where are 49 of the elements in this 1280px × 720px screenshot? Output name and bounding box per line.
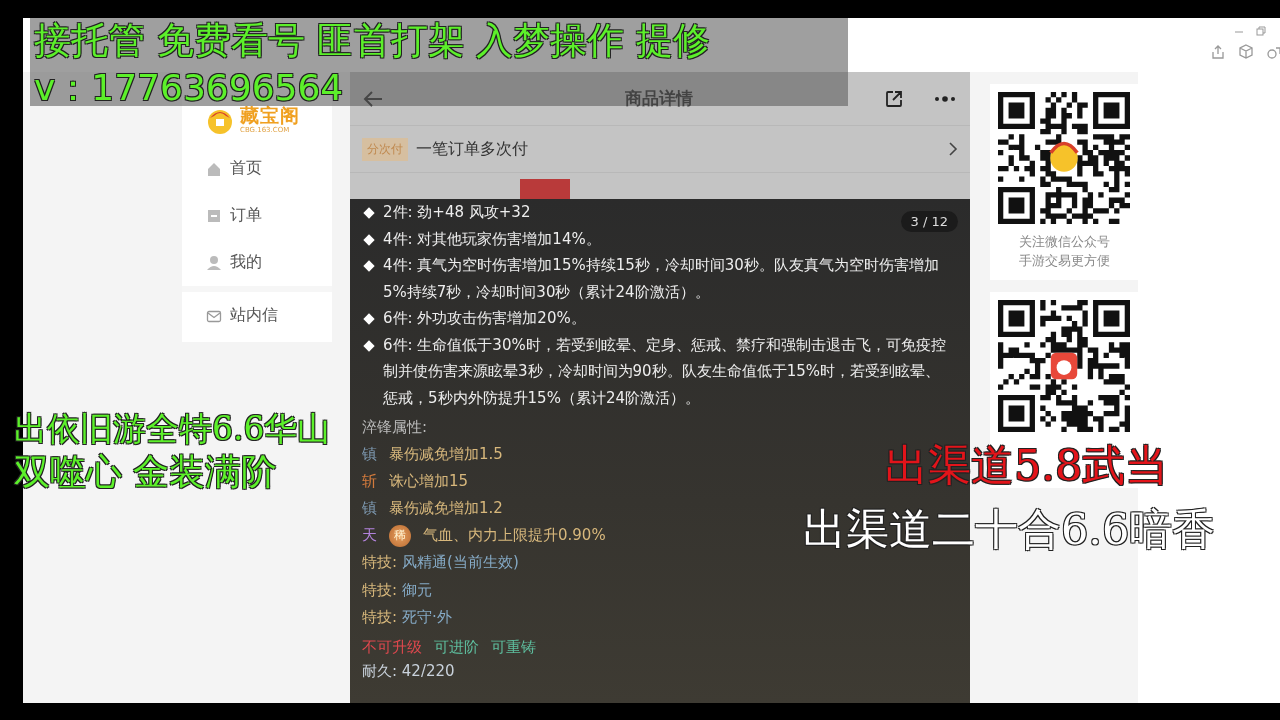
set-effect: 4件: 对其他玩家伤害增加14%。 [383, 228, 601, 250]
sidebar-item[interactable]: 我的 [230, 252, 262, 273]
set-effect: 4件: 真气为空时伤害增加15%持续15秒，冷却时间30秒。队友真气为空时伤害增加5%持续7秒，冷却时间30秒（累计24阶激活）。 [383, 255, 940, 303]
qr-caption: 关注微信公众号 [1018, 233, 1110, 251]
share-icon [884, 88, 904, 109]
skill-name: 风精通(当前生效) [402, 552, 519, 573]
overlay-caption: 接托管 免费看号 匪首打架 入梦操作 提修 [34, 22, 711, 59]
set-effect: 6件: 生命值低于30%时，若受到眩晕、定身、惩戒、禁疗和强制击退击飞，可免疫控制并使伤害来源眩晕3秒，冷却时间为90秒。队友生命值低于15%时，若受到眩晕、惩戒，5秒内外防提升15%（累计24阶激活）。 [383, 334, 947, 409]
page-counter: 3 / 12 [900, 211, 958, 232]
installment-label: 一笔订单多次付 [416, 138, 529, 160]
sidebar-item[interactable]: 首页 [230, 158, 262, 179]
restore-icon [1256, 26, 1266, 36]
document-icon [206, 207, 222, 224]
attribute-prefix: 镇 [362, 444, 377, 465]
sidebar-item[interactable]: 站内信 [230, 305, 278, 326]
installment-tag: 分次付 [362, 137, 408, 161]
qr-caption: 手游交易更方便 [1018, 252, 1110, 270]
chevron-right-icon [948, 141, 958, 157]
more-icon [934, 93, 956, 104]
skill-label: 特技: [362, 552, 398, 573]
logo-text: 藏宝阁 [240, 106, 300, 125]
skill-label: 特技: [362, 607, 398, 628]
set-effect: 6件: 外功攻击伤害增加20%。 [383, 308, 586, 329]
attribute-text: 诛心增加15 [389, 471, 469, 492]
attribute-text: 暴伤减免增加1.5 [389, 444, 503, 465]
user-icon [206, 254, 222, 271]
skill-name: 死守·外 [402, 607, 452, 628]
status-tag: 可重铸 [491, 631, 536, 662]
attribute-prefix: 镇 [362, 498, 377, 519]
status-tag: 可进阶 [434, 631, 479, 662]
overlay-caption: v：17763696564 [34, 70, 344, 106]
attribute-prefix: 斩 [362, 471, 377, 492]
durability-text: 耐久: 42/220 [362, 661, 456, 681]
skill-name: 御元 [402, 579, 433, 601]
status-tag: 不可升级 [362, 631, 422, 662]
attribute-text: 暴伤减免增加1.2 [389, 498, 503, 519]
home-icon [206, 160, 222, 177]
section-title: 淬锋属性: [362, 417, 429, 438]
cube-icon [1238, 44, 1254, 60]
share-icon [1210, 44, 1226, 60]
skill-label: 特技: [362, 579, 398, 601]
rarity-badge: 稀 [389, 524, 411, 547]
overlay-caption: 出渠道5.8武当 [885, 444, 1169, 487]
page-title: 商品详情 [625, 87, 693, 110]
attribute-text: 气血、内力上限提升0.90% [423, 525, 606, 546]
set-effect: 2件: 劲+48 风攻+32 [383, 202, 531, 223]
highlight-block [520, 179, 570, 199]
sidebar-item[interactable]: 订单 [230, 205, 262, 226]
attribute-prefix: 天 [362, 525, 377, 546]
